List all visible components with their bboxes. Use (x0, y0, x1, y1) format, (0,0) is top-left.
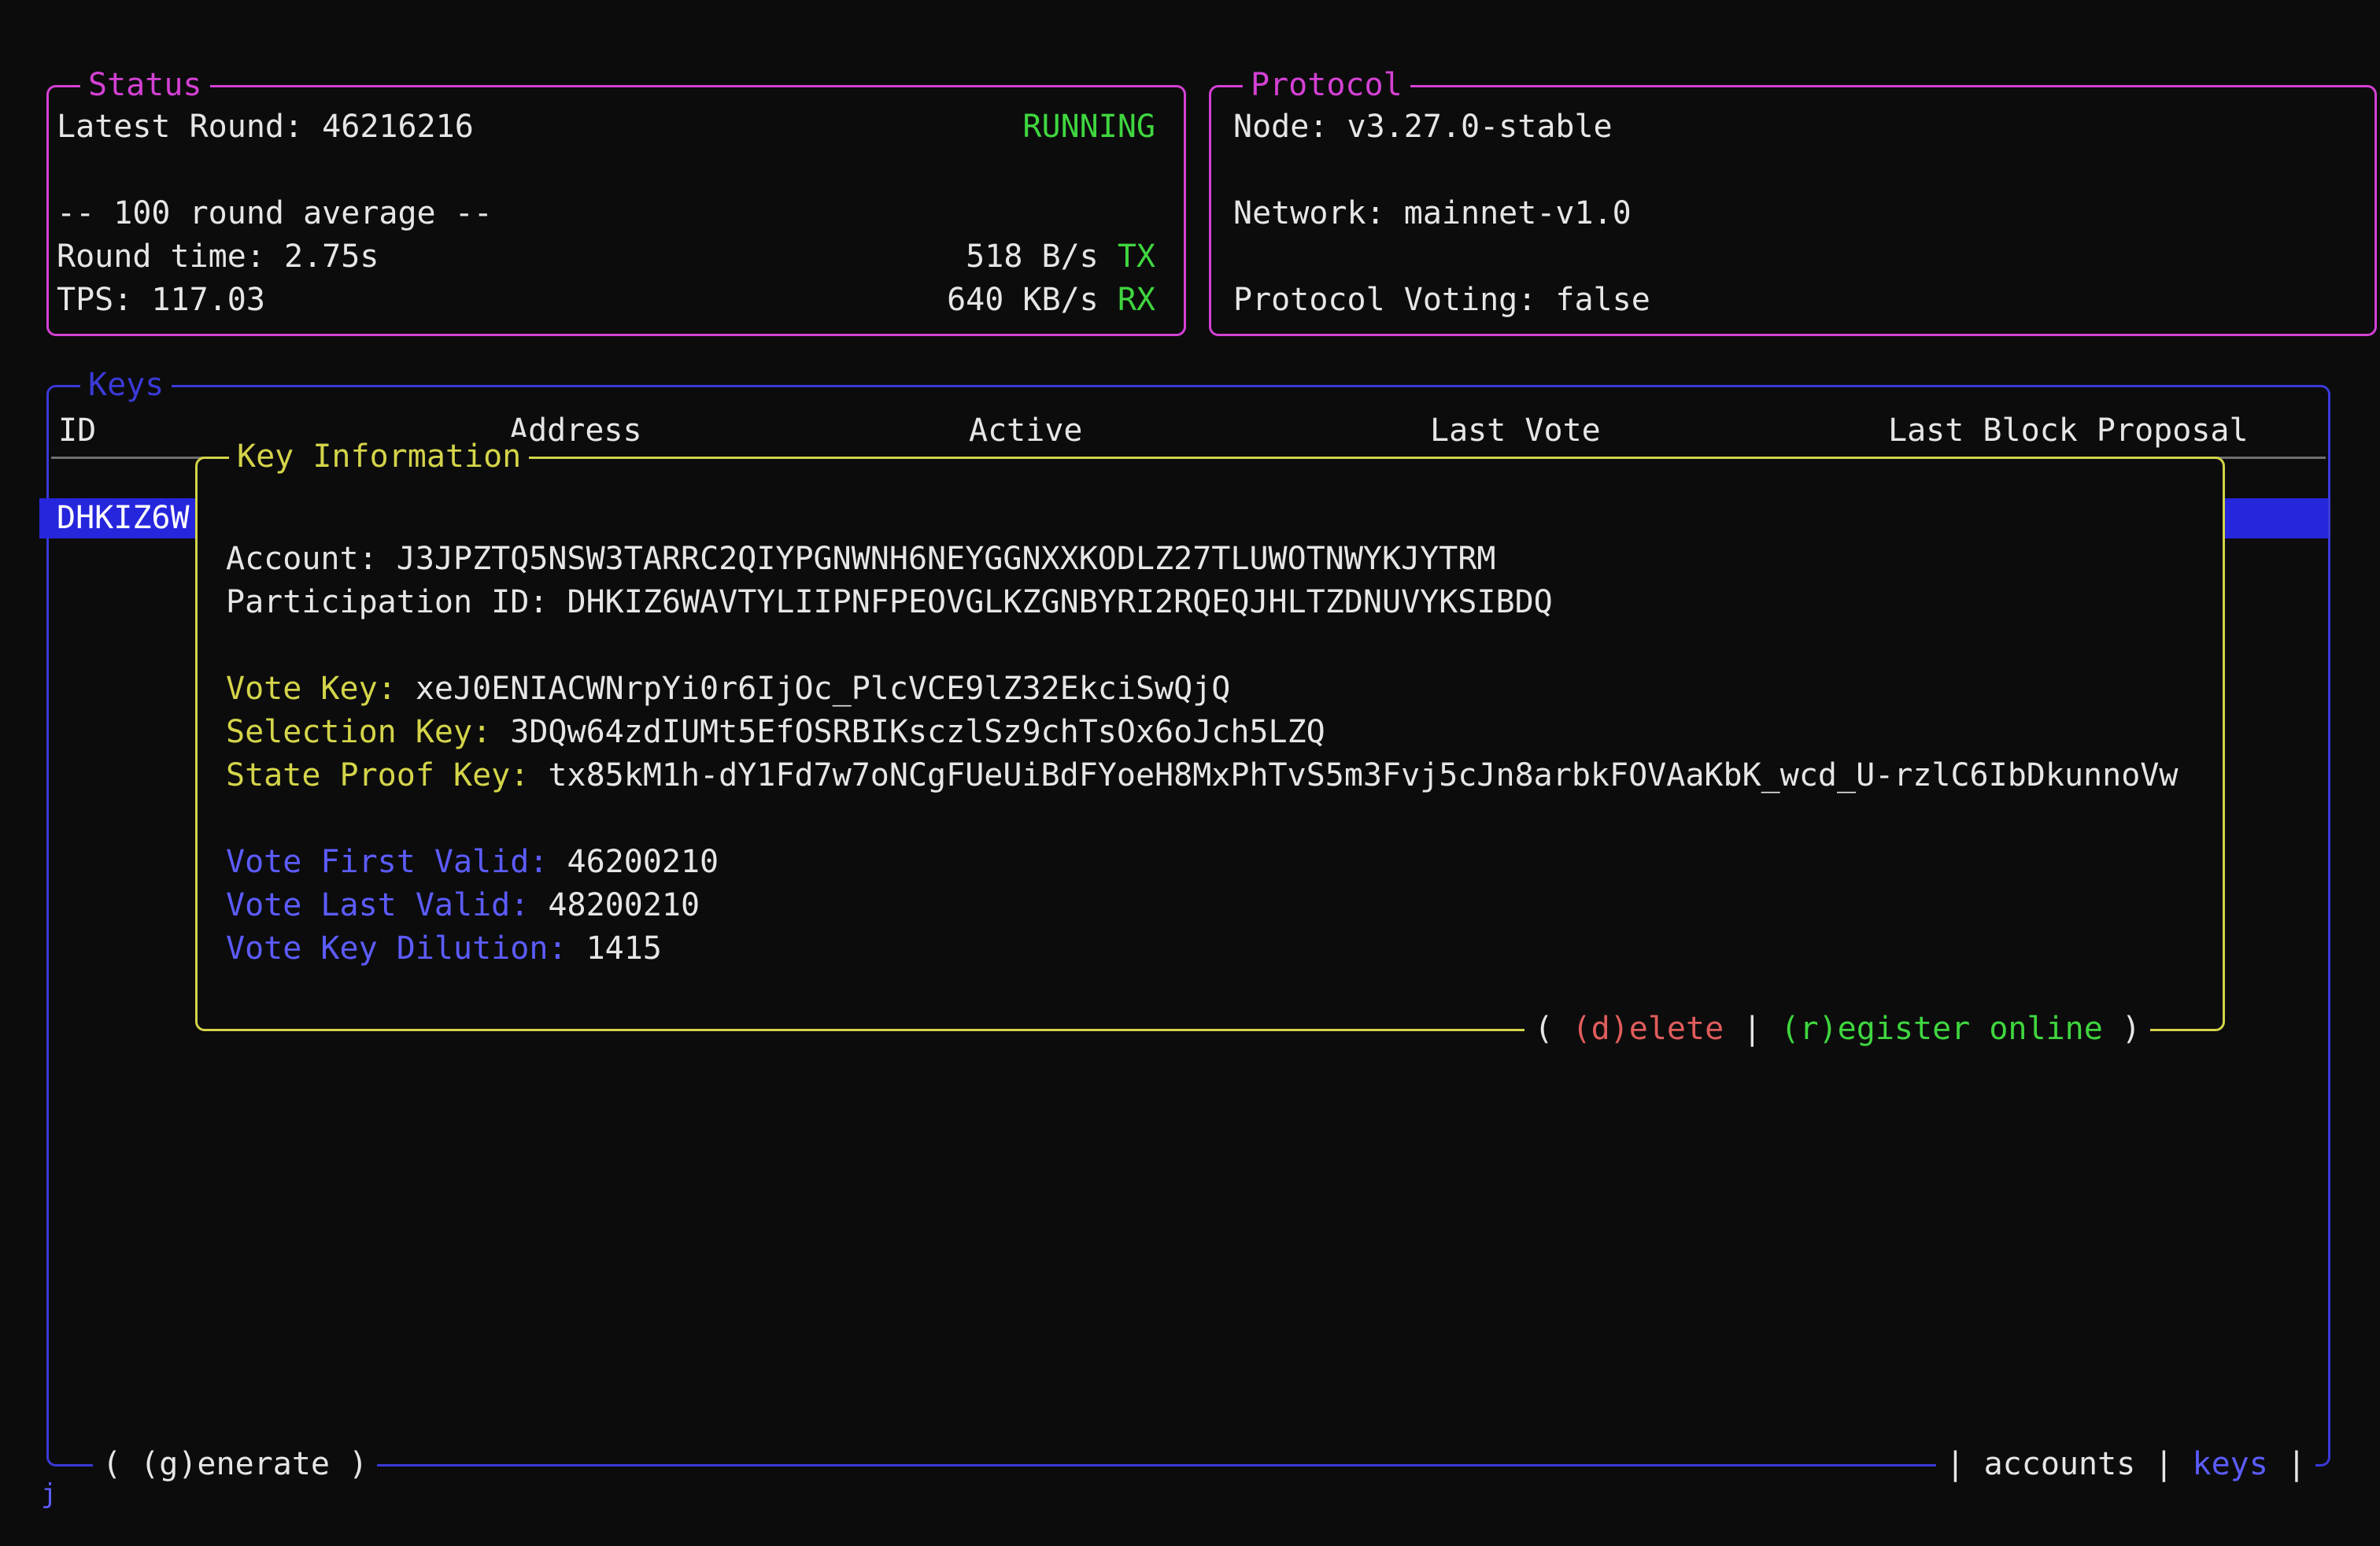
keys-panel-title: Keys (80, 365, 172, 405)
protocol-panel-title: Protocol (1243, 65, 1410, 105)
vote-key-line: Vote Key: xeJ0ENIACWNrpYi0r6IjOc_PlcVCE9… (226, 668, 2199, 711)
node-state-badge: RUNNING (1022, 105, 1155, 149)
keys-panel: Keys ID Address Active Last Vote Last Bl… (46, 385, 2330, 1466)
round-time-text: Round time: 2.75s (57, 235, 379, 279)
vote-key-dilution-label: Vote Key Dilution: (226, 930, 586, 967)
key-info-panel: Key Information Account: J3JPZTQ5NSW3TAR… (195, 457, 2225, 1031)
status-panel-title: Status (80, 65, 210, 105)
vote-last-valid-label: Vote Last Valid: (226, 887, 548, 923)
selection-key-line: Selection Key: 3DQw64zdIUMt5EfOSRBIKsczl… (226, 711, 2199, 754)
tab-accounts[interactable]: accounts (1984, 1446, 2136, 1482)
account-label: Account: (226, 541, 397, 577)
selection-key-label: Selection Key: (226, 714, 510, 750)
column-header-active: Active (969, 409, 1083, 453)
terminal-screen: Status Latest Round: 46216216 RUNNING --… (0, 0, 2380, 1546)
key-actions-hint: ( (d)elete | (r)egister online ) (1524, 1008, 2150, 1051)
nav-tabs: | accounts | keys | (1936, 1443, 2315, 1486)
rx-rate-text: 640 KB/s RX (947, 279, 1155, 322)
vote-key-value: xeJ0ENIACWNrpYi0r6IjOc_PlcVCE9lZ32EkciSw… (416, 671, 1231, 707)
participation-id-label: Participation ID: (226, 584, 567, 620)
protocol-panel: Protocol Node: v3.27.0-stable Network: m… (1209, 85, 2377, 336)
delete-hint[interactable]: (d)elete (1572, 1011, 1724, 1047)
vote-key-dilution-value: 1415 (586, 930, 662, 967)
tab-keys[interactable]: keys (2193, 1446, 2268, 1482)
vote-first-valid-value: 46200210 (567, 844, 719, 880)
protocol-voting-text: Protocol Voting: false (1233, 279, 1650, 322)
key-info-title: Key Information (229, 437, 529, 476)
account-value: J3JPZTQ5NSW3TARRC2QIYPGNWNH6NEYGGNXXKODL… (397, 541, 1496, 577)
vote-key-label: Vote Key: (226, 671, 416, 707)
status-panel: Status Latest Round: 46216216 RUNNING --… (46, 85, 1186, 336)
participation-id-line: Participation ID: DHKIZ6WAVTYLIIPNFPEOVG… (226, 581, 2199, 624)
state-proof-key-value: tx85kM1h-dY1Fd7w7oNCgFUeUiBdFYoeH8MxPhTv… (548, 757, 2178, 793)
participation-id-value: DHKIZ6WAVTYLIIPNFPEOVGLKZGNBYRI2RQEQJHLT… (567, 584, 1552, 620)
account-line: Account: J3JPZTQ5NSW3TARRC2QIYPGNWNH6NEY… (226, 538, 2199, 581)
generate-hint[interactable]: ( (g)enerate ) (93, 1443, 377, 1486)
selection-key-value: 3DQw64zdIUMt5EfOSRBIKsczlSz9chTsOx6oJch5… (510, 714, 1325, 750)
rx-label: RX (1118, 282, 1155, 318)
latest-round-text: Latest Round: 46216216 (57, 105, 474, 149)
nav-pipe: | (1946, 1446, 1983, 1482)
column-header-last-vote: Last Vote (1430, 409, 1601, 453)
nav-pipe: | (2135, 1446, 2192, 1482)
tx-label: TX (1118, 239, 1155, 275)
tx-rate-text: 518 B/s TX (966, 235, 1155, 279)
vote-first-valid-line: Vote First Valid: 46200210 (226, 841, 2199, 884)
tps-text: TPS: 117.03 (57, 279, 265, 322)
vote-last-valid-value: 48200210 (548, 887, 700, 923)
column-header-address: Address (509, 409, 642, 453)
node-version-text: Node: v3.27.0-stable (1233, 105, 1613, 149)
vote-key-dilution-line: Vote Key Dilution: 1415 (226, 927, 2199, 971)
state-proof-key-line: State Proof Key: tx85kM1h-dY1Fd7w7oNCgFU… (226, 754, 2199, 797)
state-proof-key-label: State Proof Key: (226, 757, 548, 793)
register-online-hint[interactable]: (r)egister online (1780, 1011, 2102, 1047)
column-header-last-block-proposal: Last Block Proposal (1888, 409, 2249, 453)
column-header-id: ID (58, 409, 96, 453)
vote-last-valid-line: Vote Last Valid: 48200210 (226, 884, 2199, 927)
selected-key-id: DHKIZ6W (57, 500, 190, 536)
round-average-header: -- 100 round average -- (57, 192, 493, 235)
vote-first-valid-label: Vote First Valid: (226, 844, 567, 880)
stray-char: j (41, 1478, 57, 1510)
nav-pipe: | (2268, 1446, 2306, 1482)
network-text: Network: mainnet-v1.0 (1233, 192, 1632, 235)
